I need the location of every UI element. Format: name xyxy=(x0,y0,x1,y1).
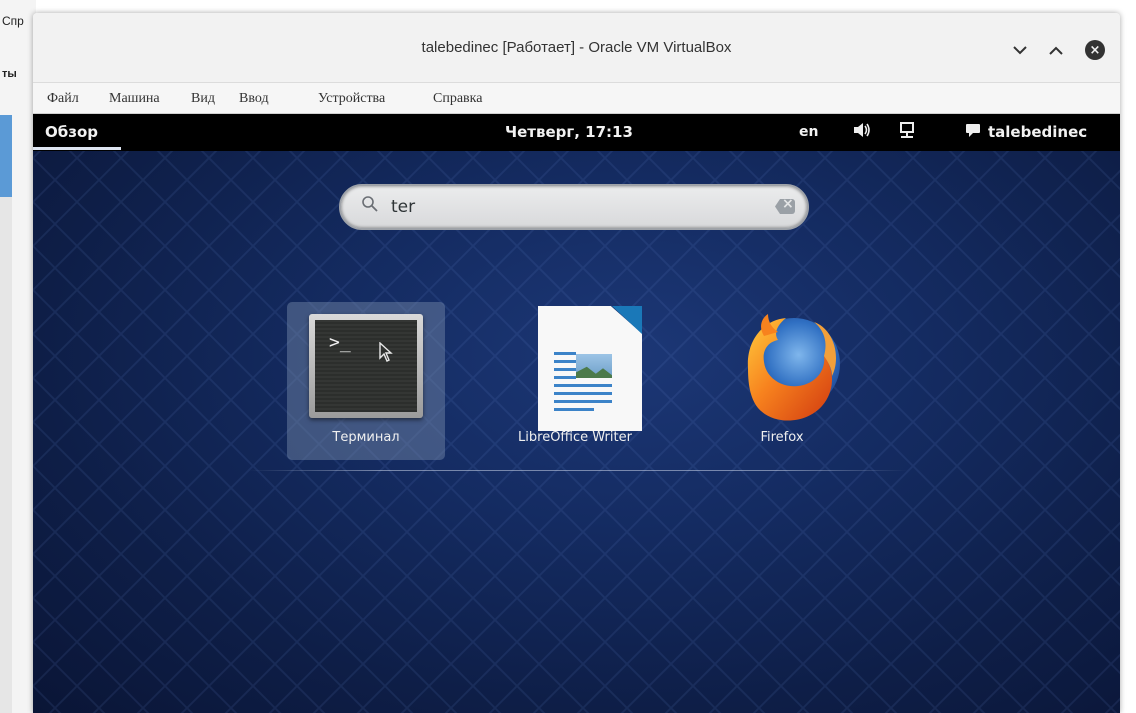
menu-file[interactable]: Файл xyxy=(47,91,79,107)
host-gray-panel xyxy=(0,197,12,713)
search-results: >_ Терминал LibreOffice Writer Firefox xyxy=(33,302,1120,472)
close-icon[interactable]: × xyxy=(1085,40,1105,60)
app-label: Терминал xyxy=(332,430,400,445)
host-blue-panel xyxy=(0,115,12,197)
mouse-cursor-icon xyxy=(379,341,393,368)
activities-indicator xyxy=(33,147,121,150)
firefox-icon xyxy=(728,306,854,432)
language-indicator[interactable]: en xyxy=(799,124,818,140)
menu-help[interactable]: Справка xyxy=(433,91,482,107)
libreoffice-writer-icon xyxy=(538,306,642,431)
result-libreoffice-writer[interactable]: LibreOffice Writer xyxy=(496,302,654,460)
guest-screen[interactable]: Обзор Четверг, 17:13 en talebedinec ter … xyxy=(33,114,1120,713)
host-desktop-fragment: Спр ты xyxy=(0,0,36,713)
terminal-icon: >_ xyxy=(309,314,423,418)
window-title: talebedinec [Работает] - Oracle VM Virtu… xyxy=(421,39,732,56)
results-separator xyxy=(248,470,908,471)
result-firefox[interactable]: Firefox xyxy=(703,302,861,460)
search-entry[interactable] xyxy=(339,184,809,230)
search-input[interactable] xyxy=(391,194,761,220)
menubar: Файл Машина Вид Ввод Устройства Справка xyxy=(33,83,1120,114)
chevron-up-icon[interactable] xyxy=(1045,39,1067,61)
window-titlebar[interactable]: talebedinec [Работает] - Oracle VM Virtu… xyxy=(33,13,1120,83)
activities-button[interactable]: Обзор xyxy=(45,123,98,141)
menu-machine[interactable]: Машина xyxy=(109,91,160,107)
menu-devices[interactable]: Устройства xyxy=(318,91,385,107)
clear-search-icon[interactable] xyxy=(775,199,795,214)
host-text-fragment: ты xyxy=(2,68,17,80)
user-icon[interactable] xyxy=(965,122,983,142)
menu-input[interactable]: Ввод xyxy=(239,91,269,107)
network-icon[interactable] xyxy=(899,122,915,144)
app-label: LibreOffice Writer xyxy=(518,430,632,445)
app-label: Firefox xyxy=(760,430,804,445)
clock[interactable]: Четверг, 17:13 xyxy=(505,123,633,141)
result-terminal[interactable]: >_ Терминал xyxy=(287,302,445,460)
volume-icon[interactable] xyxy=(853,122,871,142)
virtualbox-window: talebedinec [Работает] - Oracle VM Virtu… xyxy=(33,13,1120,713)
host-text-fragment: Спр xyxy=(2,14,24,28)
chevron-down-icon[interactable] xyxy=(1009,39,1031,61)
user-menu[interactable]: talebedinec xyxy=(988,123,1087,141)
menu-view[interactable]: Вид xyxy=(191,91,215,107)
search-icon xyxy=(361,195,381,217)
gnome-top-bar: Обзор Четверг, 17:13 en talebedinec xyxy=(33,114,1120,151)
